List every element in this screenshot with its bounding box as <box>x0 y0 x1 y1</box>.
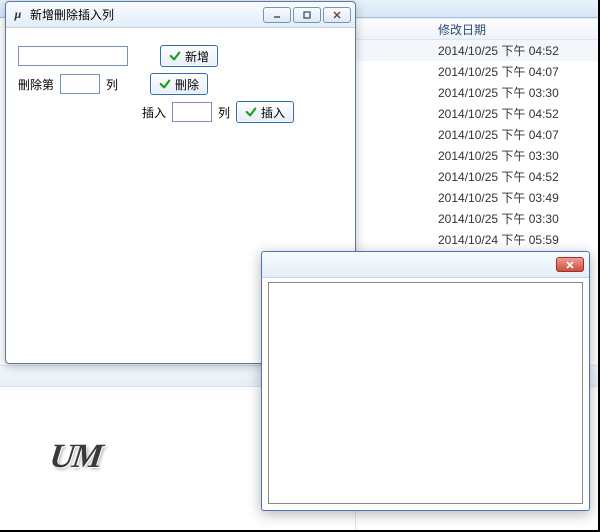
row-label-2: 列 <box>218 104 230 121</box>
insert-label: 插入 <box>142 104 166 121</box>
list-item[interactable]: 2014/10/25 下午 03:30 <box>355 82 598 103</box>
um-logo: UM <box>47 438 103 476</box>
insert-index-input[interactable] <box>172 102 212 122</box>
add-value-input[interactable] <box>18 46 128 66</box>
list-item[interactable]: 2014/10/25 下午 04:52 <box>355 40 598 61</box>
app-icon: μ <box>10 7 26 23</box>
list-item[interactable]: 2014/10/25 下午 04:07 <box>355 61 598 82</box>
close-button[interactable] <box>556 257 584 272</box>
check-icon <box>169 50 181 62</box>
file-list: 2014/10/25 下午 04:52 2014/10/25 下午 04:07 … <box>355 40 598 271</box>
row-label: 列 <box>106 76 118 93</box>
insert-button[interactable]: 插入 <box>236 101 294 123</box>
dialog-blank-window <box>261 251 590 511</box>
maximize-button[interactable] <box>293 7 321 23</box>
dialog2-titlebar[interactable] <box>262 252 589 278</box>
delete-prefix-label: 刪除第 <box>18 76 54 93</box>
add-button[interactable]: 新增 <box>160 45 218 67</box>
delete-index-input[interactable] <box>60 74 100 94</box>
list-item[interactable]: 2014/10/25 下午 04:52 <box>355 166 598 187</box>
list-item[interactable]: 2014/10/25 下午 03:30 <box>355 208 598 229</box>
list-item[interactable]: 2014/10/25 下午 03:30 <box>355 145 598 166</box>
close-icon <box>565 260 575 270</box>
dialog1-title: 新增刪除插入列 <box>30 6 114 23</box>
check-icon <box>159 78 171 90</box>
list-item[interactable]: 2014/10/25 下午 04:07 <box>355 124 598 145</box>
column-header-bar: 修改日期 <box>355 18 598 40</box>
list-item[interactable]: 2014/10/25 下午 04:52 <box>355 103 598 124</box>
minimize-button[interactable] <box>263 7 291 23</box>
dialog1-titlebar[interactable]: μ 新增刪除插入列 <box>6 2 355 28</box>
delete-button[interactable]: 刪除 <box>150 73 208 95</box>
check-icon <box>245 106 257 118</box>
list-item[interactable]: 2014/10/24 下午 05:59 <box>355 229 598 250</box>
dialog1-body: 新增 刪除第 列 刪除 插入 列 插入 <box>6 28 355 140</box>
close-button[interactable] <box>323 7 351 23</box>
list-item[interactable]: 2014/10/25 下午 03:49 <box>355 187 598 208</box>
dialog2-client-area <box>268 282 583 504</box>
column-header-date[interactable]: 修改日期 <box>438 21 486 38</box>
